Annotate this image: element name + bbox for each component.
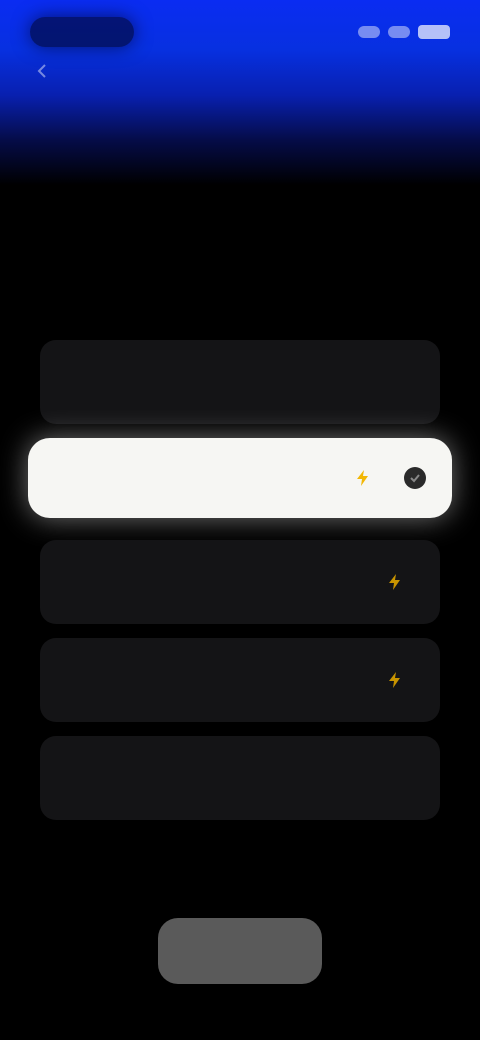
option-detail [172, 671, 414, 689]
option-detail [172, 573, 414, 591]
heading [40, 128, 440, 150]
option-item-4[interactable] [40, 638, 440, 722]
bolt-icon [389, 574, 400, 590]
back-arrow-icon[interactable] [34, 62, 52, 80]
status-time-pill [30, 17, 134, 47]
status-bar [30, 14, 450, 50]
option-item-2-selected[interactable] [28, 438, 452, 518]
battery-icon [418, 25, 450, 39]
wifi-icon [388, 26, 410, 38]
check-icon [404, 467, 426, 489]
option-detail [160, 467, 426, 489]
bolt-icon [389, 672, 400, 688]
status-icons [358, 25, 450, 39]
option-item-1[interactable] [40, 340, 440, 424]
signal-icon [358, 26, 380, 38]
option-list [28, 340, 452, 834]
option-item-5[interactable] [40, 736, 440, 820]
screen [0, 0, 480, 1040]
option-item-3[interactable] [40, 540, 440, 624]
bolt-icon [357, 470, 368, 486]
continue-button[interactable] [158, 918, 322, 984]
